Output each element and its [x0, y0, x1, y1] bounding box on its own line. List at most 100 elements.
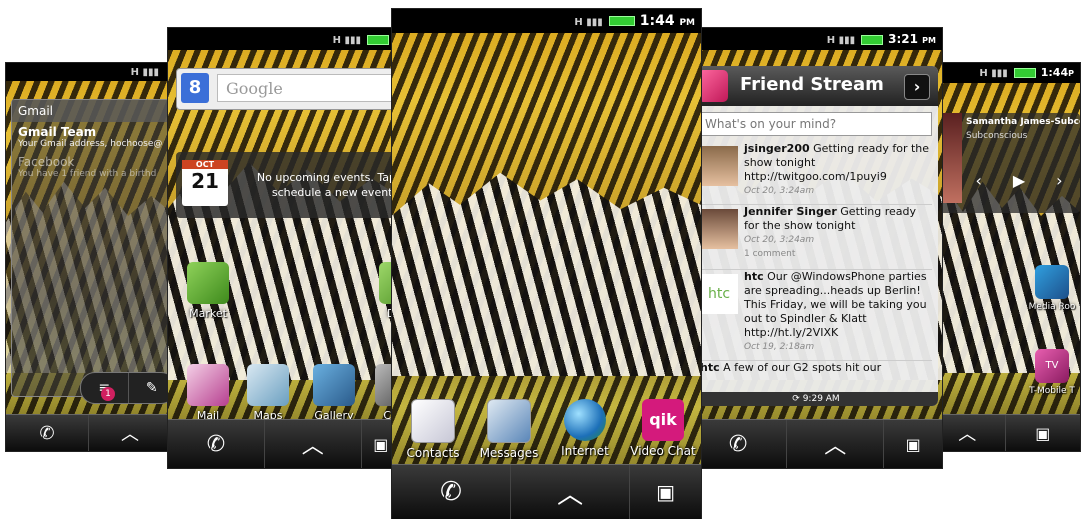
app-messages[interactable]: Messages [474, 393, 544, 465]
app-label: Media Roo [1028, 302, 1076, 312]
google-g-icon: 8 [181, 73, 209, 103]
email-preview: Your Gmail address, hochoose@ [18, 139, 163, 149]
app-label: Market [189, 307, 227, 320]
music-widget[interactable]: Samantha James-Subco Subconscious ‹ ▶ › [930, 113, 1080, 213]
email-sender: Gmail Team [18, 125, 97, 139]
status-ampm: P [1068, 69, 1074, 78]
feed-text: Our @WindowsPhone parties are spreading.… [744, 270, 927, 339]
gmail-widget-controls: ≡ 1 ✎ [80, 372, 171, 404]
google-search-widget[interactable]: 8 Google [176, 68, 400, 110]
calendar-month: OCT [182, 160, 228, 169]
inbox-list-icon[interactable]: ≡ 1 [81, 373, 128, 403]
refresh-icon[interactable]: ⟳ [792, 394, 800, 404]
phone-icon[interactable]: ✆ [6, 415, 89, 451]
feed-meta: Oct 19, 2:18am [744, 342, 815, 352]
app-tmobile-tv[interactable]: TV T-Mobile T [1022, 343, 1080, 415]
app-media-room[interactable]: Media Roo [1022, 259, 1080, 331]
feed-item[interactable]: htc A few of our G2 spots hit our [700, 361, 932, 381]
avatar [700, 209, 738, 249]
phone-icon[interactable]: ✆ [168, 420, 265, 468]
status-ampm: PM [679, 18, 695, 28]
music-controls: ‹ ▶ › [960, 171, 1078, 190]
launcher-dock: ✆ ︿ [6, 414, 171, 451]
mail-icon [187, 364, 229, 406]
homescreen-panel-left: H ▮▮▮ 8 Google OCT 21 No upcoming events… [168, 28, 400, 468]
feed-user: jsinger200 [744, 142, 810, 155]
gmail-widget[interactable]: Gmail Gmail Team Your Gmail address, hoc… [11, 99, 171, 404]
maps-icon [247, 364, 289, 406]
feed-item[interactable]: jsinger200 Getting ready for the show to… [700, 142, 932, 205]
personalize-icon[interactable]: ▣ [884, 420, 942, 468]
feed-list: jsinger200 Getting ready for the show to… [694, 142, 938, 381]
market-icon [187, 262, 229, 304]
app-label: Internet [561, 444, 609, 458]
app-market[interactable]: Market [176, 256, 240, 328]
next-track-icon[interactable]: › [1056, 171, 1062, 190]
feed-item[interactable]: Jennifer Singer Getting ready for the sh… [700, 205, 932, 270]
homescreen-panel-right: H ▮▮▮ 3:21 PM Friend Stream › What's on y… [690, 28, 942, 468]
feed-meta: Oct 20, 3:24am [744, 235, 815, 245]
app-label: Video Chat [630, 444, 696, 458]
app-label: Messages [479, 446, 539, 460]
globe-icon [564, 399, 606, 441]
status-bar: H ▮▮▮ 1:44 PM [392, 9, 701, 33]
calendar-icon: OCT 21 [182, 160, 228, 206]
launcher-dock: ︿ ▣ [930, 414, 1080, 451]
app-internet[interactable]: Internet [550, 393, 620, 465]
personalize-icon[interactable]: ▣ [1006, 415, 1081, 451]
app-label: T-Mobile T [1029, 386, 1075, 396]
gallery-icon [313, 364, 355, 406]
friend-stream-title: Friend Stream [740, 74, 884, 95]
email-item[interactable]: Facebook You have 1 friend with a birthd [12, 152, 171, 182]
unread-count-badge: 1 [101, 387, 115, 401]
status-bar: H ▮▮▮ [168, 28, 400, 50]
launcher-dock: ✆ ︿ ▣ [392, 464, 701, 519]
feed-item[interactable]: htc htc Our @WindowsPhone parties are sp… [700, 270, 932, 361]
phone-icon[interactable]: ✆ [392, 465, 512, 519]
battery-icon [608, 16, 635, 26]
status-bar: H ▮▮▮ 1:44P [930, 63, 1080, 83]
tv-icon: TV [1035, 349, 1069, 383]
all-apps-chevron-icon[interactable]: ︿ [89, 415, 171, 451]
calendar-widget[interactable]: OCT 21 No upcoming events. Tap schedule … [176, 152, 400, 218]
search-input[interactable]: Google [217, 74, 397, 102]
friend-stream-logo-icon [698, 70, 728, 102]
all-apps-chevron-icon[interactable]: ︿ [265, 420, 362, 468]
feed-user: htc [700, 361, 720, 374]
signal-icon: H ▮▮▮ [979, 68, 1008, 79]
homescreen-panel-far-right: H ▮▮▮ 1:44P Samantha James-Subco Subconsc… [930, 63, 1080, 451]
app-contacts[interactable]: Contacts [398, 393, 468, 465]
feed-meta: Oct 20, 3:24am [744, 186, 815, 196]
signal-icon: H ▮▮▮ [574, 17, 603, 28]
email-item[interactable]: Gmail Team Your Gmail address, hochoose@ [12, 122, 171, 152]
battery-icon [861, 34, 884, 45]
all-apps-chevron-icon[interactable]: ︿ [787, 420, 885, 468]
messages-icon [487, 399, 531, 443]
all-apps-chevron-icon[interactable]: ︿ [511, 465, 631, 519]
feed-user: Jennifer Singer [744, 205, 837, 218]
battery-icon [1013, 68, 1036, 78]
open-friend-stream-arrow-icon[interactable]: › [904, 74, 930, 100]
feed-footer: ⟳ 9:29 AM [694, 392, 938, 406]
last-updated-time: 9:29 AM [802, 394, 840, 404]
battery-icon [367, 34, 389, 45]
qik-icon: qik [642, 399, 684, 441]
calendar-day: 21 [191, 169, 219, 193]
avatar [700, 146, 738, 186]
status-update-input[interactable]: What's on your mind? [700, 112, 932, 136]
app-video-chat[interactable]: qik Video Chat [626, 393, 700, 465]
homescreen-panel-center: H ▮▮▮ 1:44 PM Contacts Messages Internet … [392, 9, 701, 519]
app-label: Contacts [406, 446, 460, 460]
track-album: Subconscious [966, 131, 1028, 141]
previous-track-icon[interactable]: ‹ [975, 171, 981, 190]
compose-pencil-icon[interactable]: ✎ [127, 373, 172, 403]
phone-icon[interactable]: ✆ [690, 420, 788, 468]
feed-user: htc [744, 270, 764, 283]
email-preview: You have 1 friend with a birthd [18, 169, 157, 179]
status-time: 1:44 [639, 13, 675, 29]
play-icon[interactable]: ▶ [1013, 171, 1025, 190]
signal-icon: H ▮▮▮ [130, 67, 159, 78]
personalize-icon[interactable]: ▣ [630, 465, 701, 519]
calendar-empty-text: No upcoming events. Tap schedule a new e… [256, 171, 396, 199]
launcher-dock: ✆ ︿ ▣ [168, 419, 400, 468]
